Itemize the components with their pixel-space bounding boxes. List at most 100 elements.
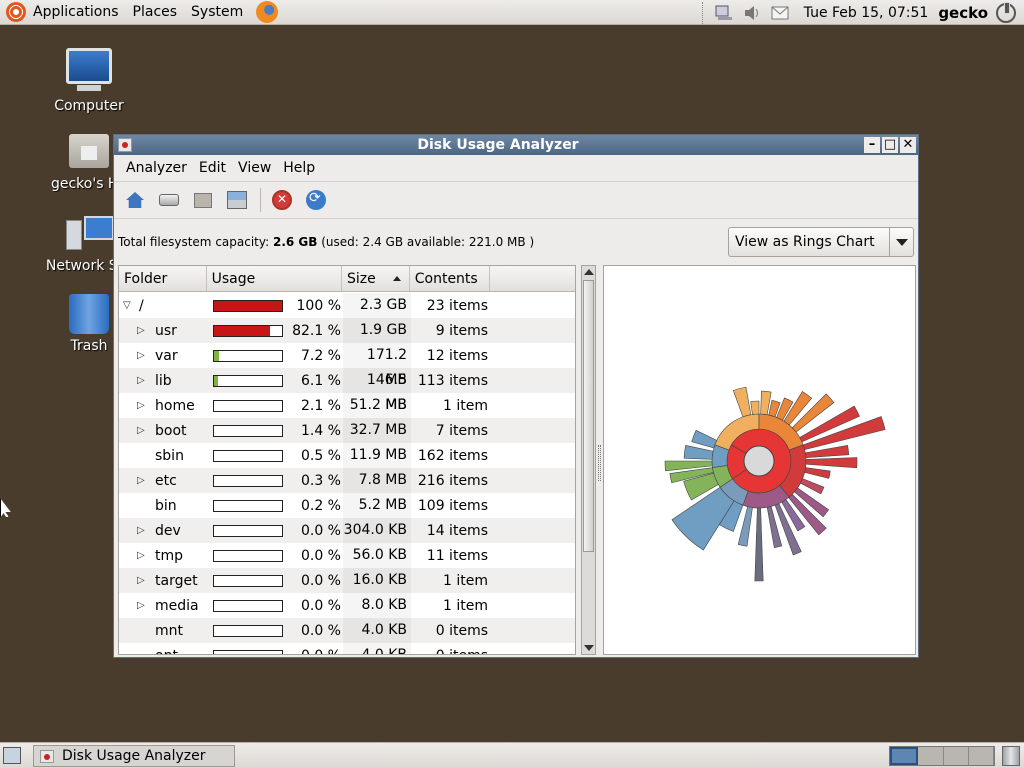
size-cell: 8.0 KB <box>343 593 411 618</box>
workspace-3[interactable] <box>943 747 969 765</box>
desktop-icon-computer[interactable]: Computer <box>34 48 144 114</box>
scrollbar-thumb[interactable] <box>583 280 594 552</box>
scan-filesystem-button[interactable] <box>156 187 182 213</box>
ring-segment[interactable] <box>732 386 752 418</box>
column-header-usage[interactable]: Usage <box>207 266 343 291</box>
usage-percent: 0.0 % <box>300 622 341 639</box>
column-header-size[interactable]: Size <box>342 266 410 291</box>
expander-icon[interactable]: ▷ <box>137 525 149 536</box>
close-button[interactable]: ✕ <box>900 137 916 153</box>
volume-icon[interactable] <box>743 5 761 21</box>
workspace-2[interactable] <box>918 747 944 765</box>
table-row[interactable]: ▷ etc 0.3 % 7.8 MB 216 items <box>119 468 575 493</box>
capacity-bar: Total filesystem capacity: 2.6 GB (used:… <box>114 219 918 265</box>
usage-cell: 1.4 % <box>207 423 343 439</box>
pane-resize-handle[interactable] <box>598 445 601 481</box>
trash-applet-icon[interactable] <box>1002 746 1020 766</box>
ring-segment[interactable] <box>754 507 764 582</box>
folder-cell: ▷ tmp <box>119 548 207 564</box>
column-header-folder[interactable]: Folder <box>119 266 207 291</box>
clock[interactable]: Tue Feb 15, 07:51 <box>804 5 929 21</box>
table-row[interactable]: bin 0.2 % 5.2 MB 109 items <box>119 493 575 518</box>
table-row[interactable]: ▷ dev 0.0 % 304.0 KB 14 items <box>119 518 575 543</box>
ring-segment[interactable] <box>805 457 858 469</box>
menu-analyzer[interactable]: Analyzer <box>120 160 193 176</box>
expander-icon[interactable]: ▷ <box>137 425 149 436</box>
minimize-button[interactable]: – <box>864 137 880 153</box>
window-controls: – □ ✕ <box>864 137 916 153</box>
view-as-select[interactable]: View as Rings Chart <box>728 227 914 257</box>
folder-cell: bin <box>119 498 207 514</box>
power-icon[interactable] <box>996 1 1016 23</box>
ring-segment[interactable] <box>750 400 760 415</box>
column-header-contents[interactable]: Contents <box>410 266 491 291</box>
mail-icon[interactable] <box>771 5 789 21</box>
usage-cell: 0.2 % <box>207 498 343 514</box>
table-row[interactable]: opt 0.0 %4.0 KB0 items <box>119 643 575 654</box>
table-row[interactable]: sbin 0.5 % 11.9 MB 162 items <box>119 443 575 468</box>
table-row[interactable]: ▷ usr 82.1 % 1.9 GB 9 items <box>119 318 575 343</box>
rings-chart[interactable] <box>603 265 916 655</box>
ring-segment[interactable] <box>804 467 831 479</box>
refresh-button[interactable] <box>303 187 329 213</box>
table-row[interactable]: ▷ media 0.0 % 8.0 KB 1 item <box>119 593 575 618</box>
scroll-up-icon[interactable] <box>584 269 594 275</box>
ring-segment[interactable] <box>691 429 718 449</box>
disk-usage-analyzer-window: Disk Usage Analyzer – □ ✕ Analyzer Edit … <box>113 134 919 658</box>
window-titlebar[interactable]: Disk Usage Analyzer – □ ✕ <box>114 135 918 155</box>
table-row[interactable]: ▷ boot 1.4 % 32.7 MB 7 items <box>119 418 575 443</box>
table-row[interactable]: ▷ home 2.1 % 51.2 MB 1 item <box>119 393 575 418</box>
gnome-foot-icon[interactable] <box>6 2 26 22</box>
expander-icon[interactable]: ▷ <box>137 600 149 611</box>
firefox-launcher-icon[interactable] <box>256 1 279 23</box>
expander-icon[interactable]: ▷ <box>137 550 149 561</box>
table-row[interactable]: ▷ lib 6.1 % 146.5 MB 113 items <box>119 368 575 413</box>
maximize-button[interactable]: □ <box>882 137 898 153</box>
system-menu[interactable]: System <box>184 0 250 25</box>
expander-icon[interactable]: ▷ <box>137 325 149 336</box>
window-menu-icon[interactable] <box>118 138 132 152</box>
chart-center[interactable] <box>743 445 775 477</box>
folder-tree[interactable]: Folder Usage Size Contents ▽/100 % 2.3 GB… <box>118 265 576 655</box>
user-name[interactable]: gecko <box>938 4 988 22</box>
menu-edit[interactable]: Edit <box>193 160 232 176</box>
ring-segment[interactable] <box>800 478 825 495</box>
usage-percent: 0.0 % <box>300 572 341 589</box>
usage-bar <box>213 424 283 437</box>
applications-menu[interactable]: Applications <box>26 0 126 25</box>
chevron-down-icon <box>889 228 913 256</box>
menu-view[interactable]: View <box>232 160 277 176</box>
table-row[interactable]: mnt 0.0 % 4.0 KB 0 items <box>119 618 575 643</box>
ring-segment[interactable] <box>683 445 714 460</box>
scan-folder-button[interactable] <box>190 187 216 213</box>
expander-icon[interactable]: ▽ <box>123 300 135 311</box>
stop-button[interactable] <box>269 187 295 213</box>
workspace-4[interactable] <box>968 747 994 765</box>
tree-scrollbar[interactable] <box>581 265 596 655</box>
taskbar-button-disk-usage-analyzer[interactable]: Disk Usage Analyzer <box>33 745 235 767</box>
network-status-icon[interactable] <box>715 5 733 21</box>
scan-home-button[interactable] <box>122 187 148 213</box>
show-desktop-icon[interactable] <box>3 747 21 764</box>
workspace-switcher[interactable] <box>889 746 995 766</box>
expander-icon[interactable]: ▷ <box>137 350 149 361</box>
table-row[interactable]: ▷ var 7.2 % 171.2 MB 12 items <box>119 343 575 388</box>
usage-bar <box>213 349 283 362</box>
expander-icon[interactable]: ▷ <box>137 575 149 586</box>
usage-bar <box>213 324 283 337</box>
places-menu[interactable]: Places <box>126 0 185 25</box>
rings-chart-canvas[interactable] <box>604 266 915 654</box>
table-row[interactable]: ▷ target 0.0 % 16.0 KB 1 item <box>119 568 575 593</box>
network-servers-icon <box>66 216 114 252</box>
expander-icon[interactable]: ▷ <box>137 475 149 486</box>
workspace-1[interactable] <box>890 747 919 765</box>
expander-icon[interactable]: ▷ <box>137 400 149 411</box>
table-row[interactable]: ▷ tmp 0.0 % 56.0 KB 11 items <box>119 543 575 568</box>
expander-icon[interactable]: ▷ <box>137 375 149 386</box>
menu-help[interactable]: Help <box>277 160 321 176</box>
scan-remote-button[interactable] <box>224 187 250 213</box>
table-row[interactable]: ▽/100 % 2.3 GB 23 items <box>119 293 575 318</box>
folder-cell: ▽ / <box>119 298 207 314</box>
scroll-down-icon[interactable] <box>584 645 594 651</box>
contents-cell: 23 items <box>426 297 488 314</box>
